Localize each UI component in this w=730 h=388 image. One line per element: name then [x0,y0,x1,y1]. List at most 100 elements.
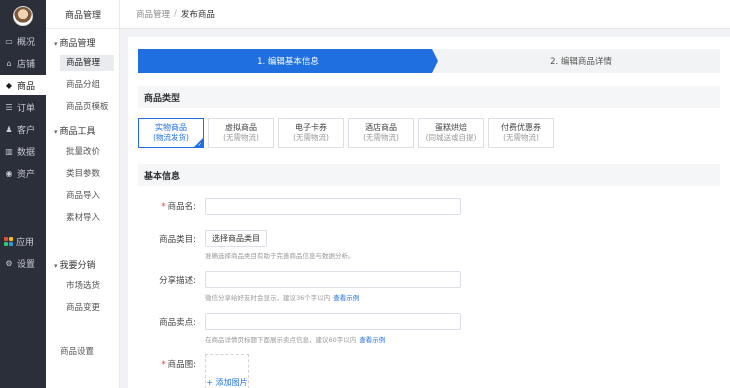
secondary-nav: 商品管理 ▾ 商品管理 商品管理 商品分组 商品页模板 ▾ 商品工具 批量改价 类目… [46,0,120,388]
add-image-button[interactable]: + 添加图片 [205,354,249,388]
rail-item-label: 订单 [17,103,36,114]
type-card-title: 蛋糕烘焙 [435,123,467,132]
rail-item-apps[interactable]: 应用 [0,231,46,251]
type-card-virtual[interactable]: 虚拟商品 (无需物流) [208,118,274,148]
type-card-paid-coupon[interactable]: 付费优惠券 (无需物流) [488,118,554,148]
avatar[interactable] [13,6,33,26]
type-card-title: 虚拟商品 [225,123,257,132]
category-help-text: 准确选择商品类目有助于完善商品信息与数据分析。 [205,252,355,260]
rail-item-label: 概况 [17,37,36,48]
asset-icon: ◉ [5,168,13,178]
type-card-subtitle: (同城送或自提) [425,133,477,142]
rail-item-overview[interactable]: ▭ 概况 [0,31,46,51]
main-content: 2. 编辑商品详情 1. 编辑基本信息 商品类型 实物商品 (物流发货) ✓ 虚… [128,37,730,388]
type-card-title: 酒店商品 [365,123,397,132]
selling-help-text: 在商品详情页标题下面展示卖点信息，建议60字以内 查看示例 [205,334,385,344]
overview-icon: ▭ [5,36,13,46]
label-text: 商品名: [167,202,196,212]
rail-item-label: 店铺 [17,59,36,70]
selling-point-input[interactable] [205,313,461,330]
submenu-item-product-groups[interactable]: 商品分组 [60,77,114,93]
type-card-hotel[interactable]: 酒店商品 (无需物流) [348,118,414,148]
product-image-label: * 商品图: [128,358,196,370]
breadcrumb-parent[interactable]: 商品管理 [136,8,170,20]
product-name-input[interactable] [205,198,461,215]
group-label: 我要分销 [59,261,96,271]
rail-item-store[interactable]: ⌂ 店铺 [0,53,46,73]
rail-item-products[interactable]: ◆ 商品 [0,75,46,95]
rail-item-label: 商品 [17,81,36,92]
submenu-item-product-import[interactable]: 商品导入 [60,188,114,204]
required-asterisk: * [161,360,166,370]
caret-down-icon: ▾ [54,40,58,48]
rail-item-settings[interactable]: ⚙ 设置 [0,253,46,273]
group-label: 商品管理 [59,39,96,49]
select-category-button[interactable]: 选择商品类目 [205,230,267,247]
rail-item-label: 设置 [17,259,36,270]
rail-item-label: 资产 [17,169,36,180]
type-card-subtitle: (无需物流) [363,133,399,142]
rail-item-label: 客户 [17,125,36,136]
share-description-label: 分享描述: [159,276,196,286]
share-help-text: 微信分享给好友时会显示，建议36个字以内 查看示例 [205,292,359,302]
rail-item-data[interactable]: ▥ 数据 [0,141,46,161]
submenu-title: 商品管理 [64,11,101,21]
submenu-item-product-settings[interactable]: 商品设置 [54,344,108,360]
type-card-title: 电子卡券 [295,123,327,132]
primary-nav-rail: ▭ 概况 ⌂ 店铺 ◆ 商品 ☰ 订单 ♟ 客户 ▥ 数据 ◉ 资产 应用 ⚙ … [0,0,46,388]
type-card-subtitle: (无需物流) [503,133,539,142]
type-card-ecard[interactable]: 电子卡券 (无需物流) [278,118,344,148]
step-edit-details[interactable]: 2. 编辑商品详情 [428,49,720,73]
submenu-item-category-params[interactable]: 类目参数 [60,166,114,182]
rail-item-assets[interactable]: ◉ 资产 [0,163,46,183]
caret-down-icon: ▾ [54,262,58,270]
type-card-cake[interactable]: 蛋糕烘焙 (同城送或自提) [418,118,484,148]
group-label: 商品工具 [59,127,96,137]
submenu-group-product-management[interactable]: ▾ 商品管理 [54,36,96,49]
rail-item-orders[interactable]: ☰ 订单 [0,97,46,117]
section-header-basic-info: 基本信息 [138,164,720,186]
category-label: 商品类目: [159,235,196,245]
step-indicator: 2. 编辑商品详情 1. 编辑基本信息 [138,49,720,73]
tag-icon: ◆ [5,80,13,90]
step-edit-basic-info[interactable]: 1. 编辑基本信息 [138,49,438,73]
view-example-link[interactable]: 查看示例 [333,294,359,302]
submenu-item-product-changes[interactable]: 商品变更 [60,300,114,316]
rail-item-label: 数据 [17,147,36,158]
required-asterisk: * [161,202,166,212]
submenu-item-product-management[interactable]: 商品管理 [60,55,114,71]
rail-item-customers[interactable]: ♟ 客户 [0,119,46,139]
order-icon: ☰ [5,102,13,112]
data-icon: ▥ [5,146,13,156]
type-card-physical[interactable]: 实物商品 (物流发货) ✓ [138,118,204,148]
settings-icon: ⚙ [5,258,13,268]
type-card-title: 实物商品 [155,123,187,132]
submenu-item-batch-price[interactable]: 批量改价 [60,144,114,160]
caret-down-icon: ▾ [54,128,58,136]
selling-point-label: 商品卖点: [159,318,196,328]
submenu-item-material-import[interactable]: 素材导入 [60,210,114,226]
type-card-title: 付费优惠券 [501,123,541,132]
help-text: 在商品详情页标题下面展示卖点信息，建议60字以内 [205,336,357,344]
breadcrumb: 商品管理 / 发布商品 [120,0,730,29]
share-description-input[interactable] [205,271,461,288]
type-card-subtitle: (无需物流) [293,133,329,142]
view-example-link[interactable]: 查看示例 [359,336,385,344]
submenu-item-market-selection[interactable]: 市场选货 [60,278,114,294]
help-text: 微信分享给好友时会显示，建议36个字以内 [205,294,331,302]
check-icon: ✓ [197,142,202,148]
apps-icon [4,236,13,246]
breadcrumb-separator: / [174,9,177,19]
divider [46,28,120,29]
store-icon: ⌂ [6,58,12,68]
submenu-item-page-templates[interactable]: 商品页模板 [60,99,114,115]
breadcrumb-current: 发布商品 [180,10,215,20]
submenu-group-distribution[interactable]: ▾ 我要分销 [54,258,96,271]
label-text: 商品图: [167,360,196,370]
section-header-product-type: 商品类型 [138,86,720,108]
submenu-group-product-tools[interactable]: ▾ 商品工具 [54,124,96,137]
type-card-subtitle: (无需物流) [223,133,259,142]
product-name-label: * 商品名: [128,200,196,212]
customer-icon: ♟ [5,124,13,134]
rail-item-label: 应用 [16,237,35,248]
